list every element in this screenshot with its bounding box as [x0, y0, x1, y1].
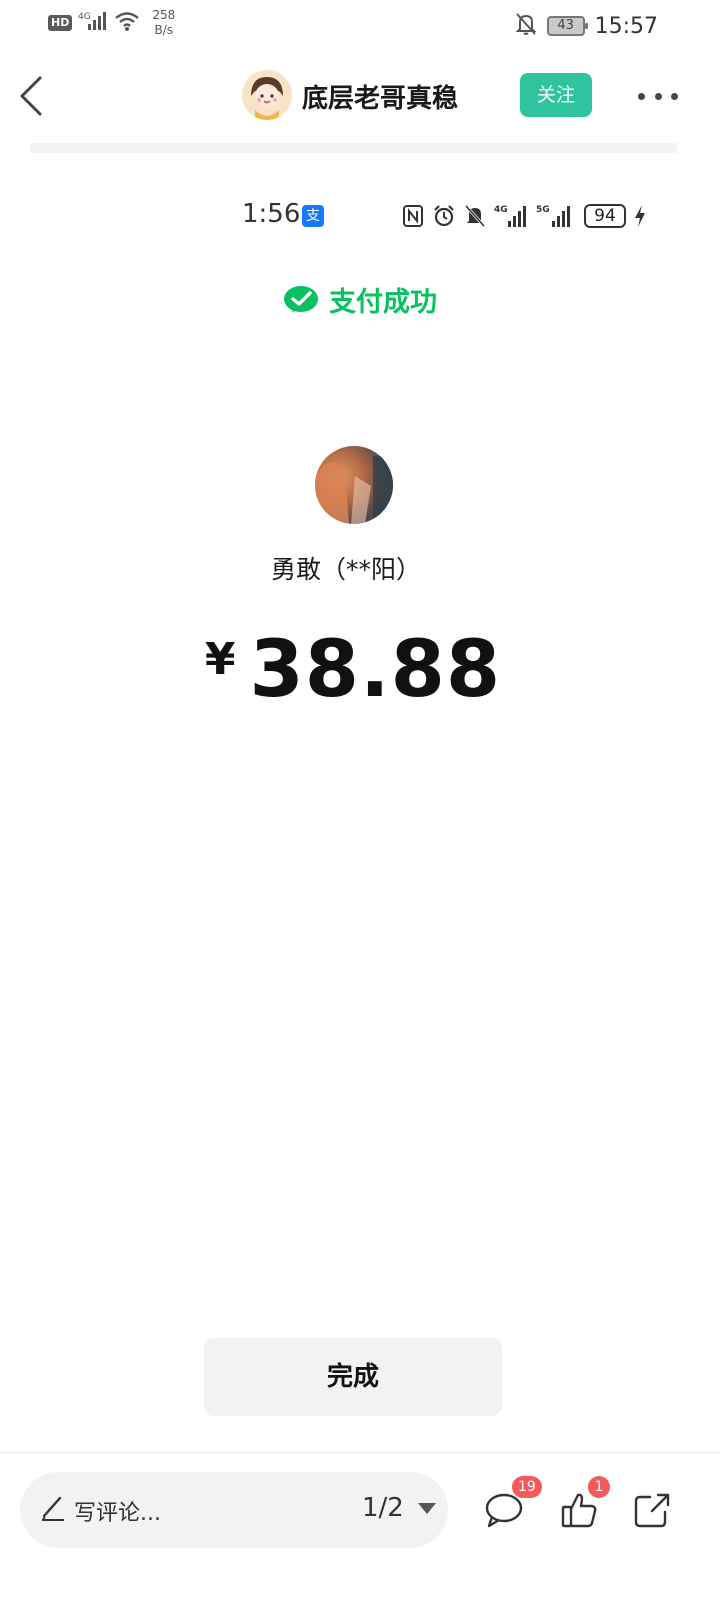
mute-bell-icon: [515, 12, 537, 40]
charging-bolt-icon: [635, 205, 645, 227]
bottom-divider: [0, 1452, 720, 1453]
payment-amount: ¥38.88: [0, 625, 706, 715]
back-button[interactable]: [16, 74, 46, 118]
payee-avatar: [315, 446, 393, 524]
caret-down-icon[interactable]: [418, 1503, 436, 1514]
comment-count-badge: 19: [512, 1476, 542, 1498]
pencil-icon: [42, 1496, 64, 1521]
signal-5g-icon: 5G: [536, 205, 570, 227]
alipay-icon: 支: [302, 205, 324, 227]
payee-name: 勇敢（**阳）: [270, 555, 421, 584]
done-button[interactable]: 完成: [204, 1338, 502, 1416]
mute-bell-icon: [464, 204, 486, 228]
post-header: 底层老哥真稳 关注: [0, 60, 720, 132]
like-count-badge: 1: [588, 1476, 610, 1498]
status-time: 15:57: [594, 13, 658, 39]
author-name[interactable]: 底层老哥真稳: [302, 78, 458, 115]
network-speed-unit: B/s: [154, 23, 174, 37]
nfc-icon: [403, 205, 423, 227]
chevron-left-icon: [20, 76, 42, 116]
alarm-icon: [434, 205, 454, 227]
wechat-pay-icon: [284, 285, 318, 312]
page-indicator[interactable]: 1/2: [362, 1493, 404, 1523]
network-speed: 258 B/s: [152, 8, 175, 38]
status-bar-right: 43 15:57: [515, 12, 658, 40]
comment-placeholder: 写评论...: [74, 1501, 161, 1526]
header-divider: [30, 143, 677, 153]
hd-badge: HD: [48, 15, 73, 31]
payment-success-text: 支付成功: [329, 287, 437, 318]
inner-battery-indicator: 94: [584, 204, 626, 228]
comment-input[interactable]: 写评论... 1/2: [20, 1472, 448, 1548]
signal-4g-icon: 4G: [494, 205, 526, 227]
svg-text:4G: 4G: [78, 12, 91, 22]
battery-indicator: 43: [546, 16, 588, 36]
svg-text:4G: 4G: [494, 205, 508, 215]
status-bar: HD 4G 258 B/s 43 15:57: [0, 0, 720, 50]
currency-symbol: ¥: [204, 634, 236, 685]
share-button[interactable]: [632, 1490, 672, 1530]
cartoon-girl-avatar-icon: [242, 70, 292, 120]
svg-text:5G: 5G: [536, 205, 550, 215]
status-bar-left: HD 4G 258 B/s: [48, 8, 175, 38]
inner-status-icons: 4G 5G 94: [402, 203, 646, 229]
more-dots-icon: [638, 92, 645, 100]
share-icon: [634, 1493, 670, 1528]
payment-success-banner: 支付成功: [0, 280, 720, 319]
inner-status-bar: 1:56 支 4G 5G 94: [0, 195, 720, 239]
wifi-icon: [114, 10, 140, 36]
inner-status-time: 1:56: [242, 199, 301, 229]
network-speed-value: 258: [152, 8, 176, 22]
cell-signal-icon: 4G: [78, 10, 108, 36]
follow-button[interactable]: 关注: [520, 73, 592, 117]
author-avatar[interactable]: [242, 70, 292, 120]
payee-photo: [315, 456, 393, 524]
amount-value: 38.88: [249, 625, 502, 715]
more-dots-icon: [654, 92, 662, 100]
more-options-button[interactable]: [638, 84, 678, 108]
more-dots-icon: [671, 92, 678, 100]
